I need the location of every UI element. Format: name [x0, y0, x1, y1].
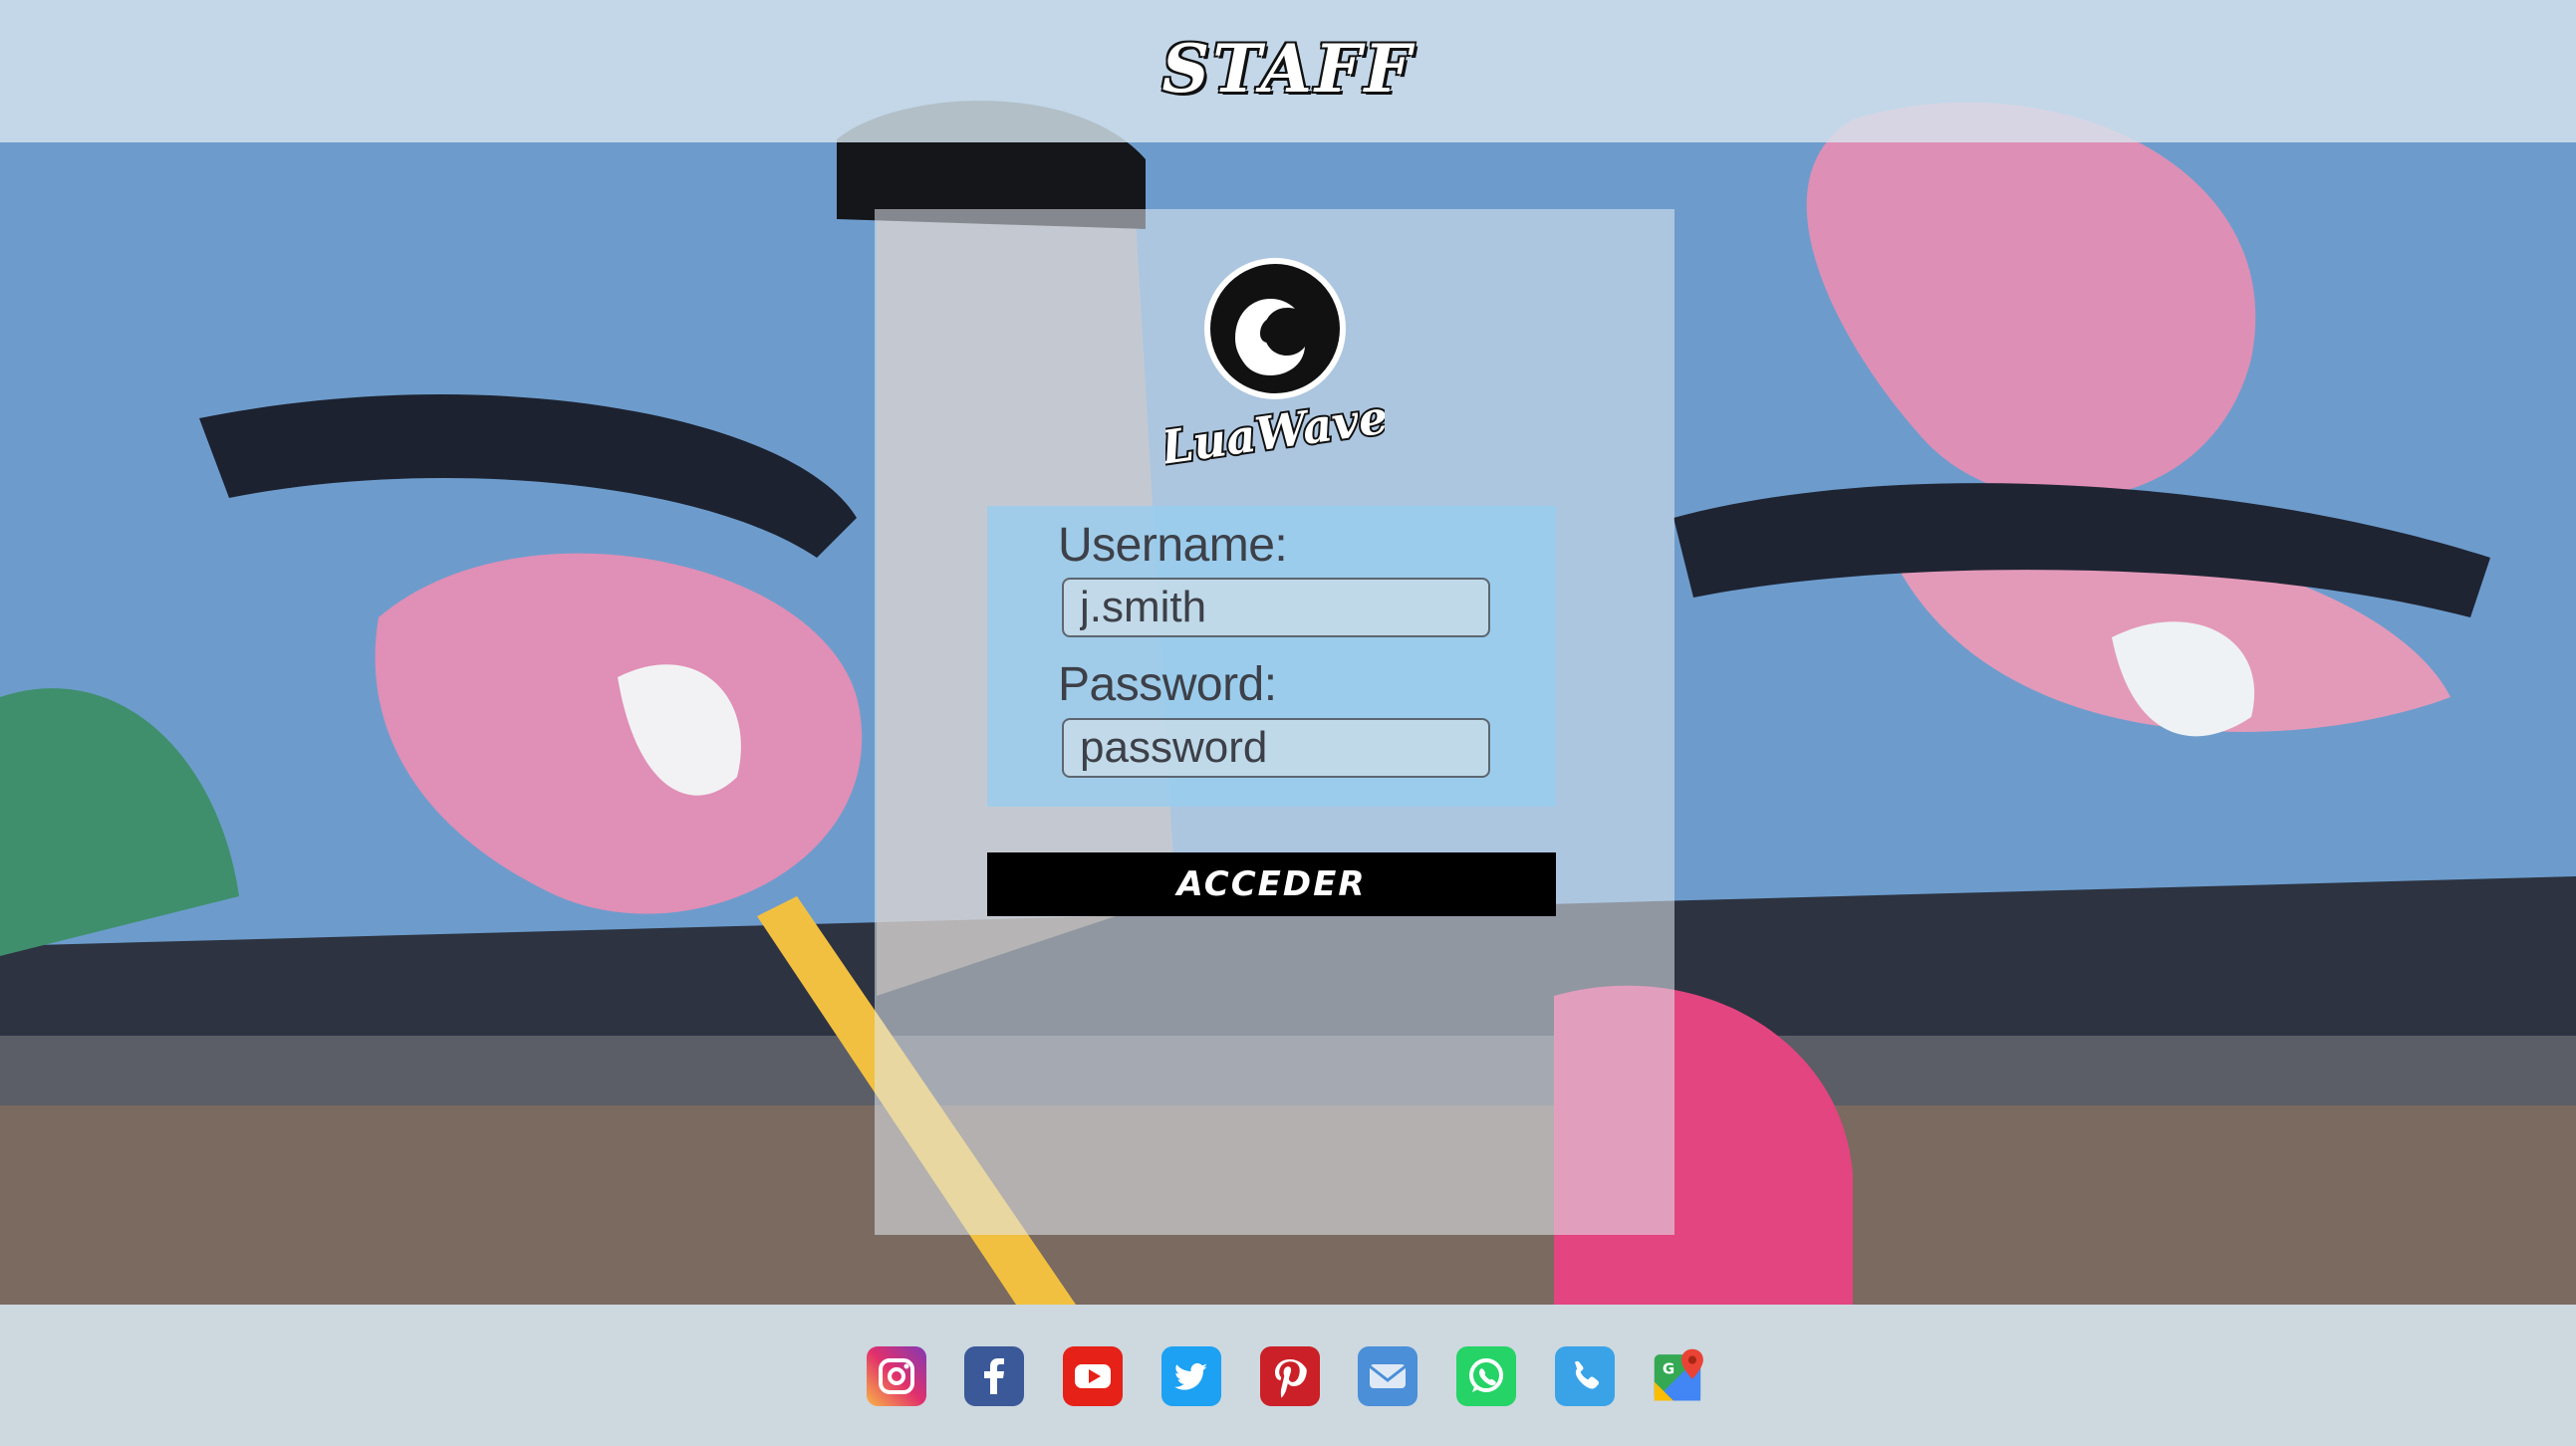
google-maps-icon[interactable]: G — [1652, 1346, 1711, 1406]
password-input[interactable] — [1062, 718, 1490, 778]
facebook-icon[interactable] — [964, 1346, 1024, 1406]
youtube-icon[interactable] — [1063, 1346, 1123, 1406]
pinterest-icon[interactable] — [1260, 1346, 1320, 1406]
logo-wordmark: LuaWave — [1165, 389, 1385, 468]
username-input[interactable] — [1062, 578, 1490, 637]
instagram-icon[interactable] — [867, 1346, 926, 1406]
luawave-logo: LuaWave — [1154, 249, 1393, 477]
whatsapp-icon[interactable] — [1456, 1346, 1516, 1406]
acceder-button[interactable]: ACCEDER — [987, 852, 1556, 916]
header-bar: STAFF — [0, 0, 2576, 142]
username-label: Username: — [1058, 519, 1288, 572]
password-label: Password: — [1058, 658, 1277, 711]
twitter-icon[interactable] — [1161, 1346, 1221, 1406]
wave-logo-icon: LuaWave — [1154, 258, 1393, 477]
svg-text:G: G — [1663, 1359, 1674, 1377]
page-title: STAFF — [1161, 30, 1415, 108]
email-icon[interactable] — [1358, 1346, 1417, 1406]
phone-icon[interactable] — [1555, 1346, 1615, 1406]
